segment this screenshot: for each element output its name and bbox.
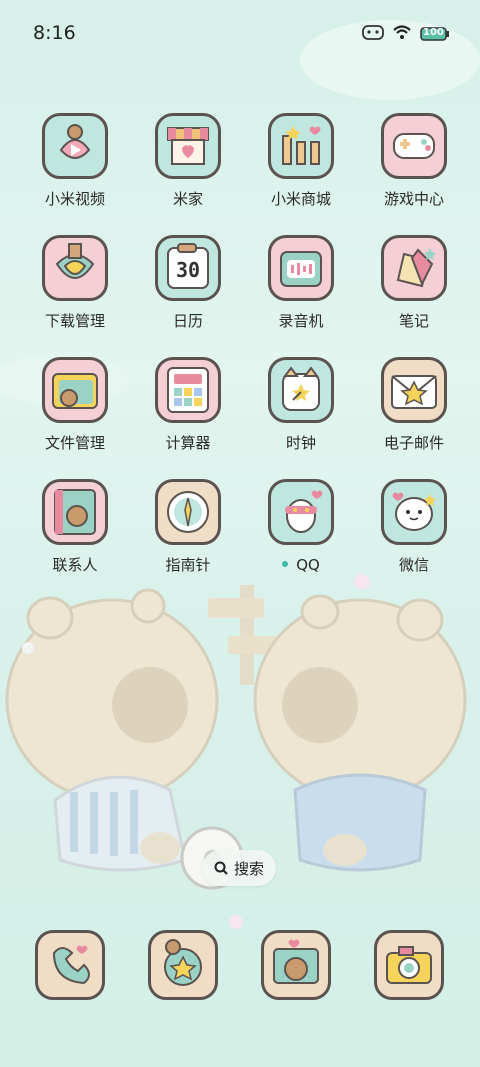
app-mail-star[interactable]: 电子邮件 [359,357,469,453]
app-qq-penguin[interactable]: QQ [246,479,356,575]
status-time: 8:16 [33,22,76,44]
calculator-icon[interactable] [155,357,221,423]
app-wechat-bubble[interactable]: 微信 [359,479,469,575]
contacts-book-icon[interactable] [42,479,108,545]
app-label: 指南针 [133,555,243,575]
app-compass[interactable]: 指南针 [133,479,243,575]
wechat-bubble-icon[interactable] [381,479,447,545]
dock-camera-icon[interactable] [374,930,444,1000]
app-label-text: 计算器 [165,434,211,452]
app-label: 日历 [133,311,243,331]
app-label: 联系人 [20,555,130,575]
app-label-text: 联系人 [52,556,98,574]
app-pencil-note[interactable]: 笔记 [359,235,469,331]
app-label: 文件管理 [20,433,130,453]
browser-capybara-icon [264,933,328,997]
app-recorder[interactable]: 录音机 [246,235,356,331]
app-label: 时钟 [246,433,356,453]
app-gamepad[interactable]: 游戏中心 [359,113,469,209]
app-label-text: 下载管理 [44,312,105,330]
dock-messages-planet-icon[interactable] [148,930,218,1000]
bear-signal-icon [362,24,384,44]
compass-icon[interactable] [155,479,221,545]
app-download[interactable]: 下载管理 [20,235,130,331]
app-video-play[interactable]: 小米视频 [20,113,130,209]
gamepad-icon[interactable] [381,113,447,179]
status-bar: 8:16 100 [0,0,480,66]
calendar-icon[interactable]: 30 [155,235,221,301]
mail-star-icon[interactable] [381,357,447,423]
app-clock[interactable]: 时钟 [246,357,356,453]
shop-awning-icon[interactable] [155,113,221,179]
app-label: 录音机 [246,311,356,331]
battery-level-text: 100 [423,27,444,38]
download-icon[interactable] [42,235,108,301]
search-button[interactable]: 搜索 [202,850,276,886]
status-icons: 100 [362,24,450,44]
dock-browser-capybara-icon[interactable] [261,930,331,1000]
capybara-right-illustration [253,594,467,872]
app-label-text: QQ [296,556,320,574]
messages-planet-icon [151,933,215,997]
video-play-icon[interactable] [42,113,108,179]
camera-icon [377,933,441,997]
search-icon [214,861,228,875]
app-label: 微信 [359,555,469,575]
app-label-text: 微信 [398,556,429,574]
app-label: QQ [246,555,356,575]
recorder-icon[interactable] [268,235,334,301]
app-shop-awning[interactable]: 米家 [133,113,243,209]
app-contacts-book[interactable]: 联系人 [20,479,130,575]
app-calendar[interactable]: 30 日历 [133,235,243,331]
wifi-icon [392,24,412,44]
app-label: 小米商城 [246,189,356,209]
app-label: 游戏中心 [359,189,469,209]
app-label-text: 文件管理 [44,434,105,452]
app-calculator[interactable]: 计算器 [133,357,243,453]
app-label-text: 日历 [172,312,203,330]
app-label-text: 游戏中心 [383,190,444,208]
qq-penguin-icon[interactable] [268,479,334,545]
app-label-text: 小米商城 [270,190,331,208]
app-label-text: 时钟 [285,434,316,452]
app-folder[interactable]: 文件管理 [20,357,130,453]
app-label-text: 指南针 [165,556,211,574]
app-label: 电子邮件 [359,433,469,453]
search-label: 搜索 [233,859,264,878]
calendar-day-number: 30 [176,258,200,282]
folder-icon[interactable] [42,357,108,423]
app-label-text: 小米视频 [44,190,105,208]
app-label-text: 笔记 [398,312,429,330]
app-label-text: 米家 [172,190,203,208]
app-label: 下载管理 [20,311,130,331]
dock-phone-icon[interactable] [35,930,105,1000]
app-label: 笔记 [359,311,469,331]
app-label-text: 电子邮件 [383,434,444,452]
battery-icon: 100 [420,26,450,42]
pencil-note-icon[interactable] [381,235,447,301]
capybara-left-illustration [5,588,219,872]
phone-icon [38,933,102,997]
new-notification-dot [282,560,289,567]
app-label: 小米视频 [20,189,130,209]
mi-store-icon[interactable] [268,113,334,179]
app-label: 米家 [133,189,243,209]
app-label-text: 录音机 [278,312,324,330]
app-label: 计算器 [133,433,243,453]
app-mi-store[interactable]: 小米商城 [246,113,356,209]
clock-icon[interactable] [268,357,334,423]
